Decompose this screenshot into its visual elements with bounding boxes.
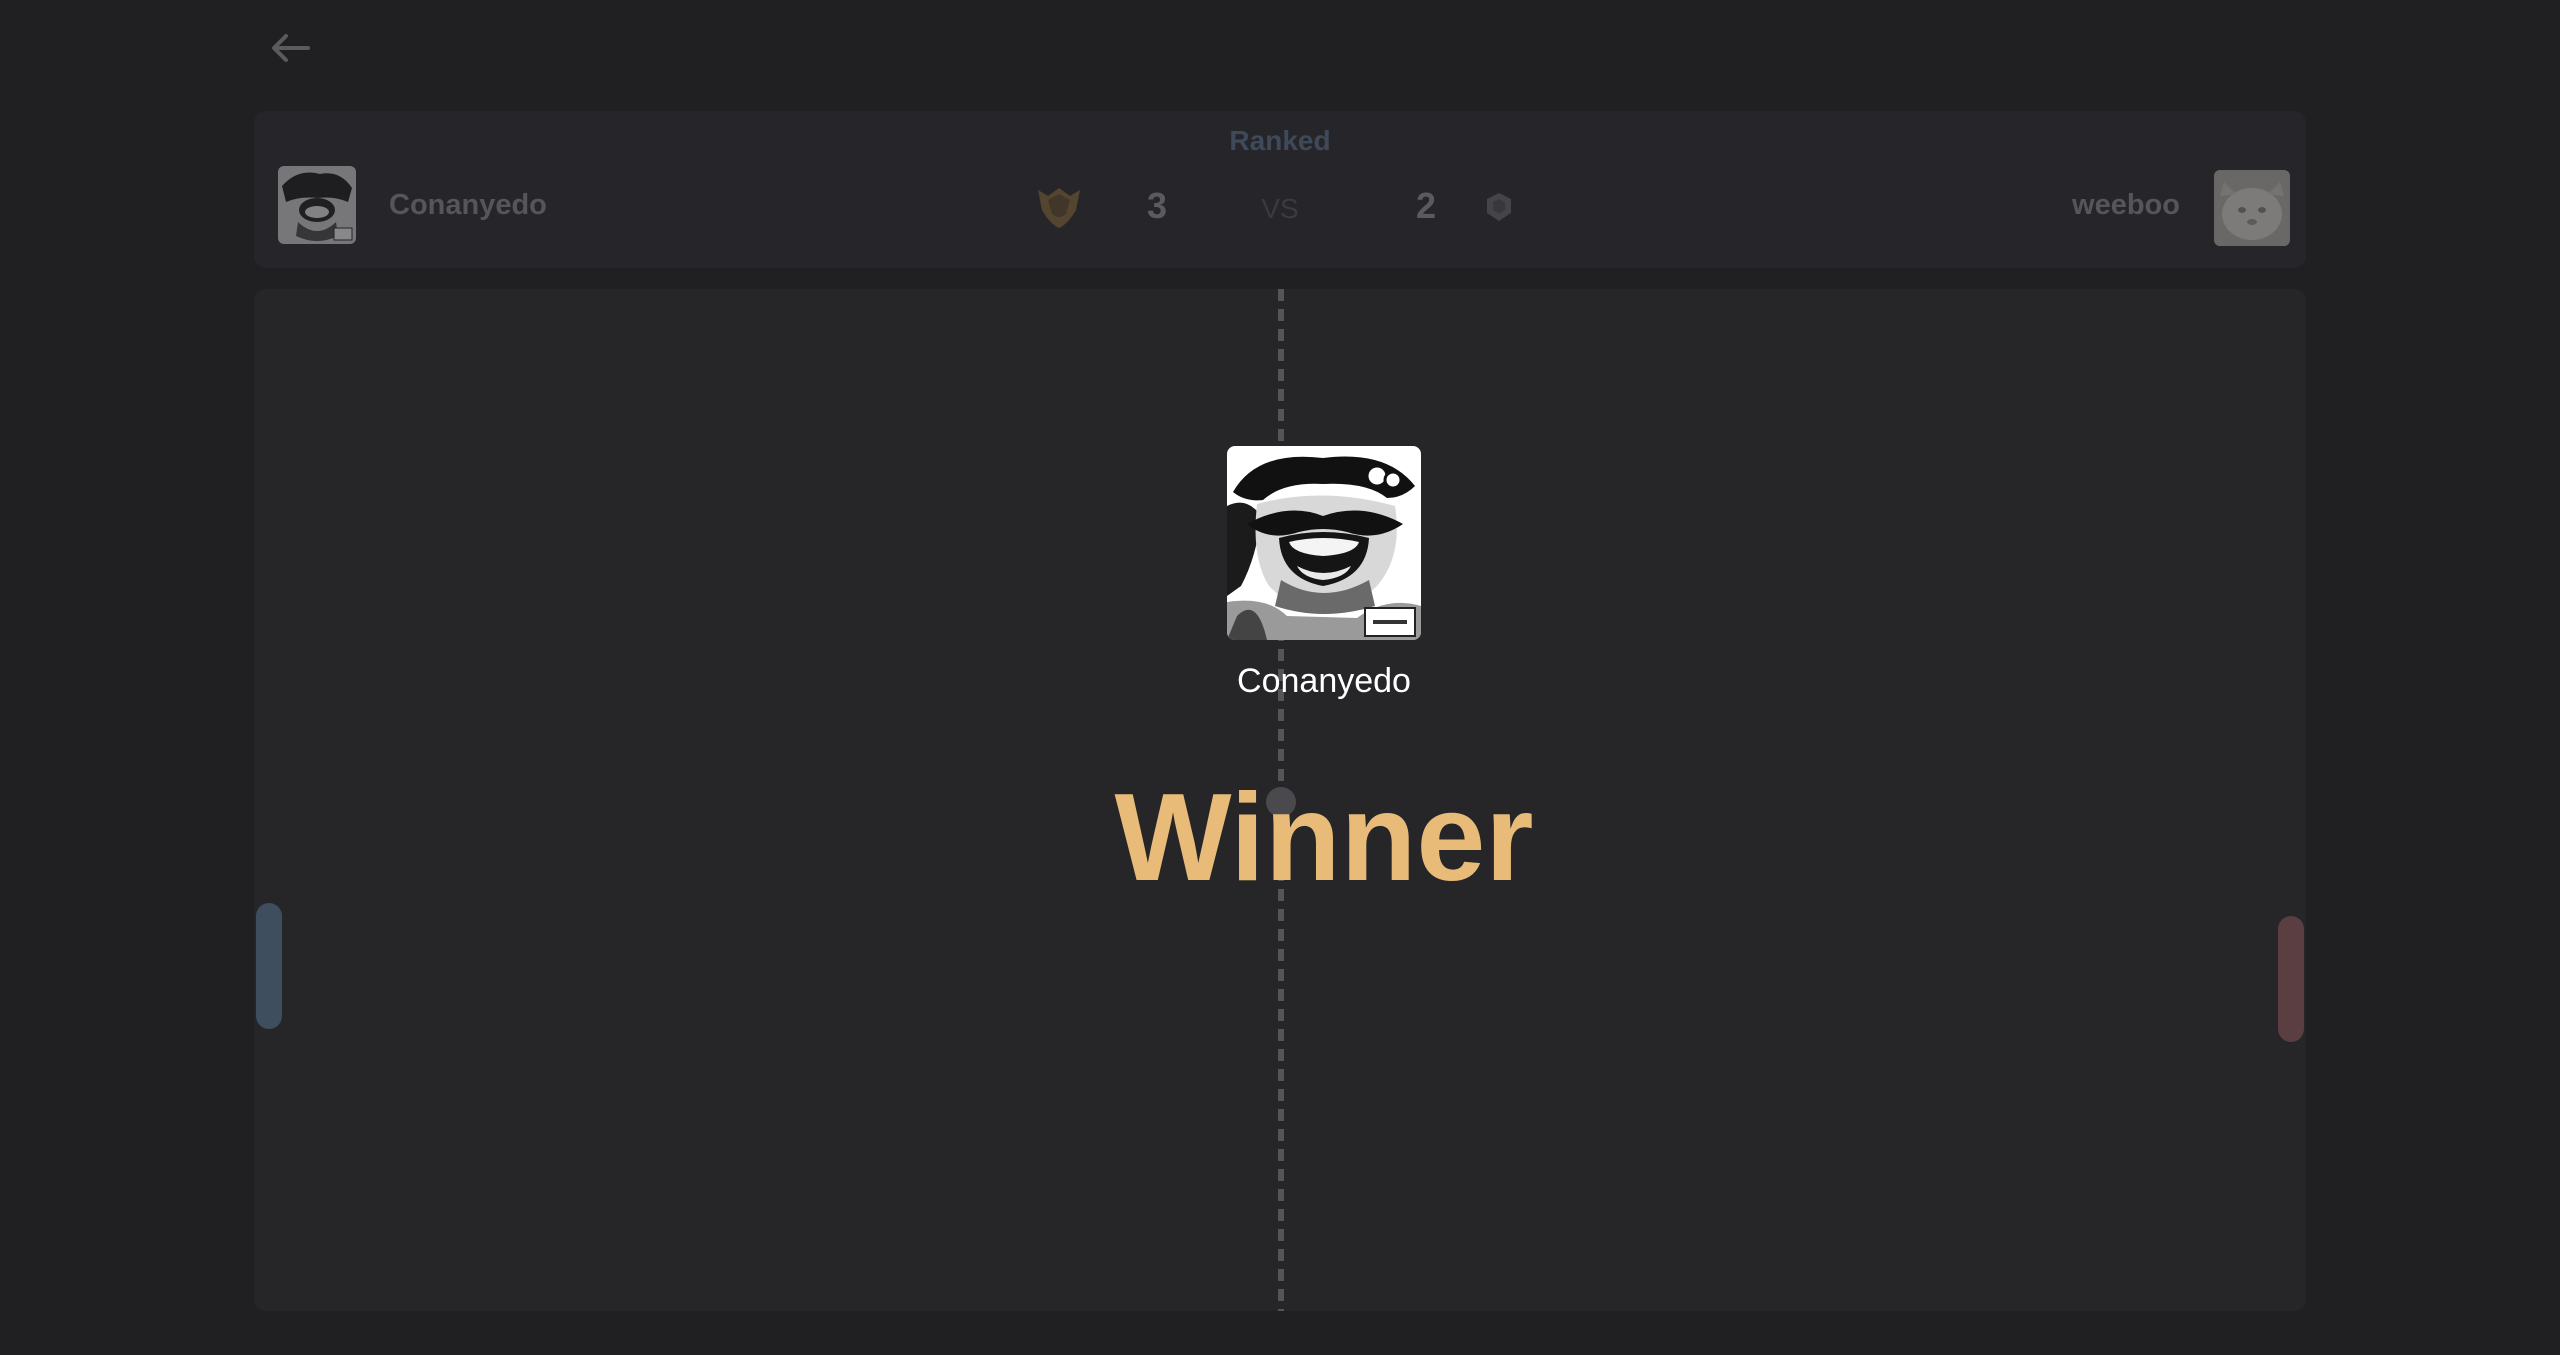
winner-name: Conanyedo: [1237, 662, 1411, 700]
right-paddle: [2278, 916, 2304, 1042]
game-page: Ranked Conanyedo 3 VS 2 weeboo Conanyedo…: [0, 0, 2560, 1355]
right-player-name: weeboo: [2072, 189, 2180, 221]
right-player-score: 2: [1415, 185, 1437, 226]
left-paddle: [256, 903, 282, 1029]
scoreboard: Ranked Conanyedo 3 VS 2 weeboo: [254, 111, 2306, 268]
right-player-rank-badge-icon: [1484, 191, 1514, 223]
match-mode-label: Ranked: [1229, 125, 1331, 156]
winner-title: Winner: [1114, 769, 1534, 907]
vs-label: VS: [1261, 193, 1299, 224]
arrow-left-icon: [272, 34, 310, 62]
right-player-avatar: [2214, 170, 2290, 246]
winner-avatar: [1227, 446, 1421, 640]
back-button[interactable]: [262, 22, 318, 74]
